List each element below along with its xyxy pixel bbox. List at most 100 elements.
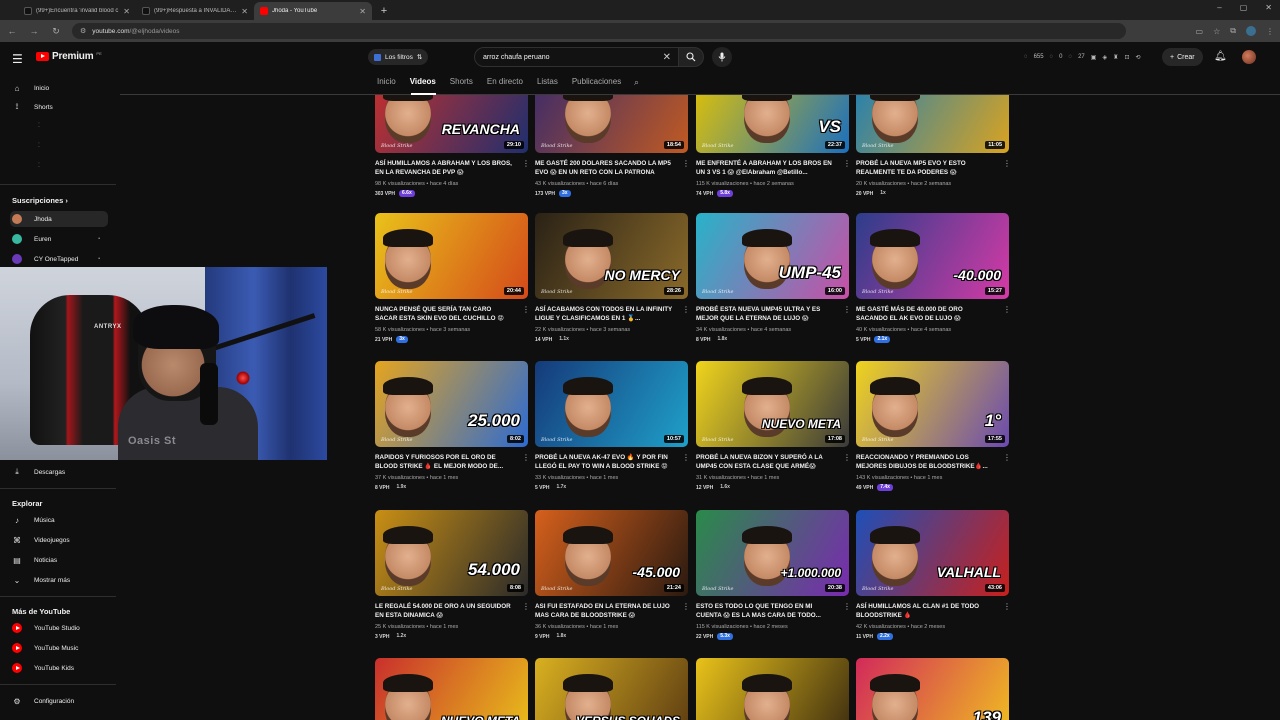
video-card[interactable]: Blood Strike 10:57 PROBÉ LA NUEVA AK-47 EV… [535,361,690,491]
sidebar-item-studio[interactable]: YouTube Studio [10,620,108,636]
subscriptions-heading[interactable]: Suscripciones › [12,196,68,205]
back-icon[interactable]: ← [6,26,18,36]
channel-search-icon[interactable]: ⌕ [634,77,639,88]
sidebar-item-music-app[interactable]: YouTube Music [10,640,108,656]
video-card[interactable]: NUEVO METABlood Strike [375,658,528,720]
channel-tab[interactable]: Shorts [450,77,473,86]
sidebar-item-shorts[interactable]: ⟟ Shorts [10,99,108,115]
more-options-icon[interactable]: ⋮ [843,602,851,611]
video-title[interactable]: ASÍ HUMILLAMOS AL CLAN #1 DE TODO BLOODS… [856,602,996,620]
video-thumbnail[interactable]: NUEVO META Blood Strike 17:08 [696,361,849,447]
video-title[interactable]: LE REGALÉ 54.000 DE ORO A UN SEGUIDOR EN… [375,602,515,620]
more-options-icon[interactable]: ⋮ [522,305,530,314]
more-options-icon[interactable]: ⋮ [843,159,851,168]
subscription-item[interactable]: Jhoda [10,211,108,227]
video-title[interactable]: ASI FUI ESTAFADO EN LA ETERNA DE LUJO MA… [535,602,675,620]
sidebar-item-kids[interactable]: YouTube Kids [10,660,108,676]
bookmark-star-icon[interactable]: ☆ [1213,27,1220,36]
video-card[interactable]: Blood Strike 20:44 NUNCA PENSÉ QUE SERÍA T… [375,213,530,343]
video-card[interactable]: VS Blood Strike 22:37 ME ENFRENTÉ A ABRAHAM… [696,95,851,197]
video-card[interactable]: 139Blood Strike [856,658,1009,720]
video-thumbnail[interactable]: -40.000 Blood Strike 15:27 [856,213,1009,299]
site-info-icon[interactable]: ⚙ [80,27,86,35]
video-thumbnail[interactable]: Blood Strike 20:44 [375,213,528,299]
more-options-icon[interactable]: ⋮ [682,305,690,314]
menu-hamburger-icon[interactable]: ☰ [12,52,24,66]
more-options-icon[interactable]: ⋮ [522,602,530,611]
video-thumbnail[interactable]: 1° Blood Strike 17:55 [856,361,1009,447]
video-thumbnail[interactable]: +1.000.000 Blood Strike 20:38 [696,510,849,596]
cast-icon[interactable]: ▭ [1196,27,1204,36]
more-options-icon[interactable]: ⋮ [1003,305,1011,314]
video-card[interactable]: 1° Blood Strike 17:55 REACCIONANDO Y PREMIA… [856,361,1011,491]
sidebar-item-home[interactable]: ⌂ Inicio [10,80,108,96]
forward-icon[interactable]: → [28,26,40,36]
youtube-premium-logo[interactable]: Premium PE [36,51,102,62]
maximize-button[interactable]: ▢ [1240,3,1248,12]
video-thumbnail[interactable]: VERSUS SQUADSBlood Strike [535,658,688,720]
video-thumbnail[interactable]: REVANCHA Blood Strike 29:10 [375,95,528,153]
browser-profile-avatar[interactable] [1246,26,1256,36]
video-thumbnail[interactable]: NUEVO METABlood Strike [375,658,528,720]
video-title[interactable]: PROBÉ ESTA NUEVA UMP45 ULTRA Y ES MEJOR … [696,305,836,323]
video-title[interactable]: PROBÉ LA NUEVA AK-47 EVO 🔥 Y POR FIN LLE… [535,453,675,471]
video-card[interactable]: Blood Strike 18:54 ME GASTÉ 200 DOLARES SA… [535,95,690,197]
more-options-icon[interactable]: ⋮ [1003,602,1011,611]
video-card[interactable]: UMP-45 Blood Strike 16:00 PROBÉ ESTA NUEVA … [696,213,851,343]
video-title[interactable]: ME GASTÉ MÁS DE 40.000 DE ORO SACANDO EL… [856,305,996,323]
video-card[interactable]: -40.000 Blood Strike 15:27 ME GASTÉ MÁS DE … [856,213,1011,343]
more-options-icon[interactable]: ⋮ [843,453,851,462]
sidebar-item-music[interactable]: ♪ Música [10,512,108,528]
browser-tab[interactable]: Jhoda - YouTube ✕ [254,2,372,20]
close-tab-icon[interactable]: ✕ [123,7,130,16]
close-window-button[interactable]: ✕ [1265,3,1272,12]
video-thumbnail[interactable]: Blood Strike 11:05 [856,95,1009,153]
channel-tab[interactable]: Inicio [377,77,396,86]
video-thumbnail[interactable]: 54.000 Blood Strike 8:08 [375,510,528,596]
sidebar-item-show-more[interactable]: ⌄ Mostrar más [10,572,108,588]
sidebar-item-gaming[interactable]: ⌘ Videojuegos [10,532,108,548]
browser-tab[interactable]: (99+)Respuesta a INVALIDAD ! ✕ [136,2,254,20]
video-thumbnail[interactable]: 25.000 Blood Strike 8:02 [375,361,528,447]
video-thumbnail[interactable]: -45.000 Blood Strike 21:24 [535,510,688,596]
video-card[interactable]: 25.000 Blood Strike 8:02 RAPIDOS Y FURIOSOS… [375,361,530,491]
video-card[interactable]: Blood Strike [696,658,849,720]
search-input[interactable]: arroz chaufa peruano ✕ [474,47,680,67]
minimize-button[interactable]: – [1217,3,1221,12]
video-card[interactable]: 54.000 Blood Strike 8:08 LE REGALÉ 54.000 D… [375,510,530,640]
reload-icon[interactable]: ↻ [50,26,62,37]
video-title[interactable]: ASÍ HUMILLAMOS A ABRAHAM Y LOS BROS, EN … [375,159,515,177]
more-options-icon[interactable]: ⋮ [522,453,530,462]
video-title[interactable]: REACCIONANDO Y PREMIANDO LOS MEJORES DIB… [856,453,996,471]
extension-icon[interactable]: ⟲ [1136,54,1141,61]
video-thumbnail[interactable]: VS Blood Strike 22:37 [696,95,849,153]
close-tab-icon[interactable]: ✕ [359,7,366,16]
video-card[interactable]: VALHALL Blood Strike 43:06 ASÍ HUMILLAMOS A… [856,510,1011,640]
video-thumbnail[interactable]: VALHALL Blood Strike 43:06 [856,510,1009,596]
video-card[interactable]: REVANCHA Blood Strike 29:10 ASÍ HUMILLAMOS … [375,95,530,197]
video-thumbnail[interactable]: NO MERCY Blood Strike 28:26 [535,213,688,299]
voice-search-button[interactable] [712,47,732,67]
filters-chip[interactable]: Los filtros ⇅ [368,49,429,65]
extension-icon[interactable]: ⊡ [1124,54,1129,61]
more-options-icon[interactable]: ⋮ [1003,453,1011,462]
url-field[interactable]: ⚙ youtube.com/@eljhoda/videos [72,23,1126,39]
video-title[interactable]: PROBÉ LA NUEVA MP5 EVO Y ESTO REALMENTE … [856,159,996,177]
extensions-icon[interactable]: ⧉ [1230,26,1236,36]
more-options-icon[interactable]: ⋮ [682,602,690,611]
video-thumbnail[interactable]: UMP-45 Blood Strike 16:00 [696,213,849,299]
more-options-icon[interactable]: ⋮ [522,159,530,168]
search-button[interactable] [678,47,704,67]
video-card[interactable]: VERSUS SQUADSBlood Strike [535,658,688,720]
notifications-bell-icon[interactable]: 🔔︎ [1214,51,1227,62]
new-tab-button[interactable]: + [376,3,392,19]
clear-search-icon[interactable]: ✕ [663,52,671,63]
sidebar-item-settings[interactable]: ⚙ Configuración [10,693,108,709]
video-title[interactable]: ME ENFRENTÉ A ABRAHAM Y LOS BROS EN UN 3… [696,159,836,177]
channel-tab[interactable]: Publicaciones [572,77,621,86]
channel-tab[interactable]: En directo [487,77,523,86]
channel-tab[interactable]: Listas [537,77,558,86]
video-card[interactable]: Blood Strike 11:05 PROBÉ LA NUEVA MP5 EVO … [856,95,1011,197]
video-title[interactable]: PROBÉ LA NUEVA BIZON Y SUPERÓ A LA UMP45… [696,453,836,471]
channel-tab[interactable]: Videos [410,77,436,86]
